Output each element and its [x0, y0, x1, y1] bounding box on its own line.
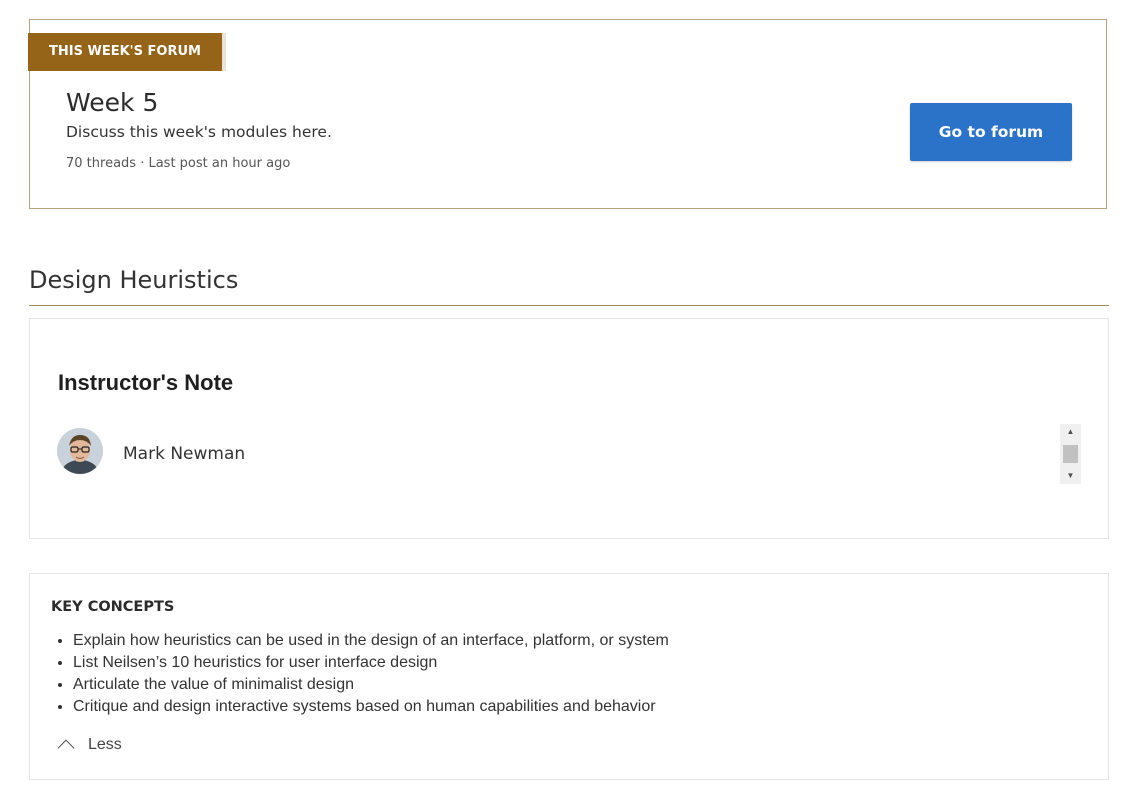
- week-description: Discuss this week's modules here.: [66, 123, 332, 141]
- avatar-photo-icon: [57, 428, 103, 474]
- list-item: Articulate the value of minimalist desig…: [73, 674, 669, 696]
- forum-meta: 70 threads · Last post an hour ago: [66, 156, 291, 171]
- list-item: Critique and design interactive systems …: [73, 696, 669, 718]
- less-toggle-button[interactable]: Less: [53, 734, 122, 757]
- instructor-note-title: Instructor's Note: [58, 370, 234, 395]
- week-title: Week 5: [66, 88, 159, 117]
- forum-badge: THIS WEEK'S FORUM: [28, 33, 222, 71]
- list-item: Explain how heuristics can be used in th…: [73, 630, 669, 652]
- chevron-up-icon: [57, 739, 75, 757]
- note-scrollbar[interactable]: ▲ ▼: [1060, 424, 1081, 484]
- key-concepts-list: Explain how heuristics can be used in th…: [73, 630, 669, 718]
- scroll-up-arrow-icon[interactable]: ▲: [1060, 424, 1081, 440]
- section-divider: [29, 305, 1109, 306]
- avatar: [57, 428, 103, 474]
- key-concepts-card: KEY CONCEPTS Explain how heuristics can …: [29, 573, 1109, 780]
- scroll-thumb[interactable]: [1063, 445, 1078, 463]
- go-to-forum-button[interactable]: Go to forum: [910, 103, 1072, 161]
- key-concepts-title: KEY CONCEPTS: [51, 599, 175, 615]
- scroll-down-arrow-icon[interactable]: ▼: [1060, 468, 1081, 484]
- list-item: List Neilsen’s 10 heuristics for user in…: [73, 652, 669, 674]
- forum-card: THIS WEEK'S FORUM Week 5 Discuss this we…: [28, 19, 1107, 209]
- instructor-note-card: Instructor's Note Mark Newman ▲ ▼: [29, 318, 1109, 539]
- less-label: Less: [88, 736, 122, 753]
- instructor-name: Mark Newman: [123, 444, 246, 464]
- section-title: Design Heuristics: [29, 266, 239, 294]
